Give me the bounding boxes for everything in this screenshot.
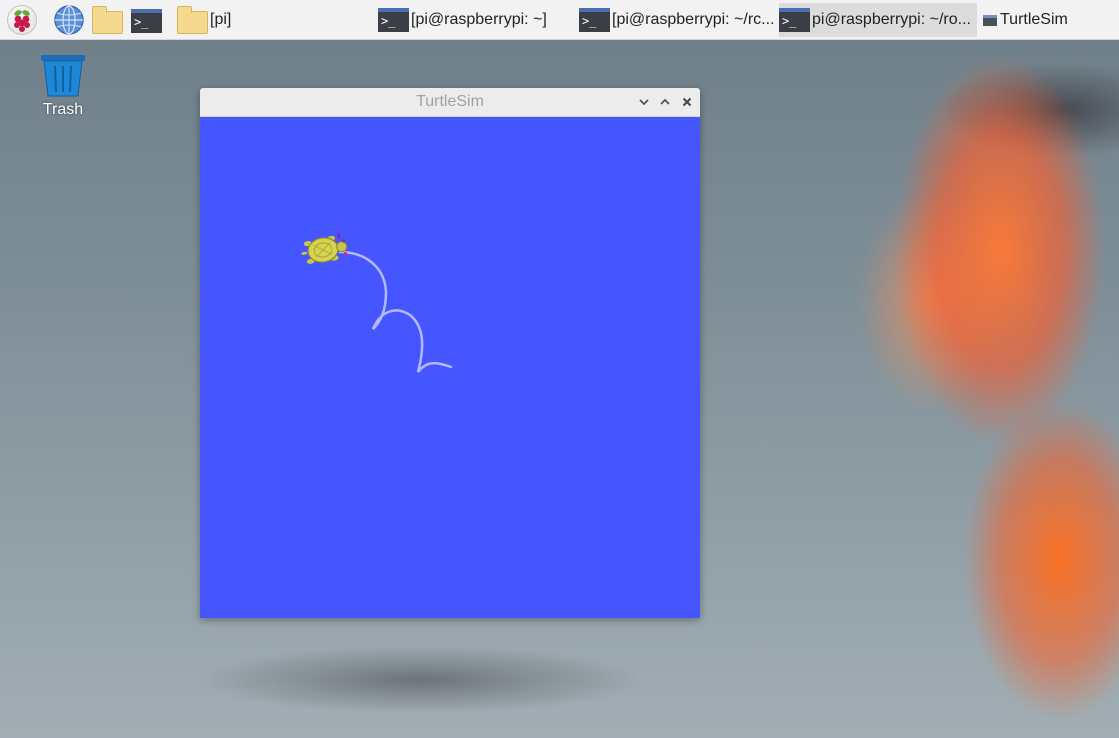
window-titlebar[interactable]: TurtleSim — [200, 88, 700, 117]
terminal-launcher[interactable]: >_ — [130, 4, 164, 36]
close-icon[interactable] — [680, 95, 694, 109]
raspberry-icon — [14, 10, 30, 32]
minimize-icon[interactable] — [637, 95, 651, 109]
window-title: TurtleSim — [416, 93, 484, 110]
terminal-icon: >_ — [131, 9, 162, 33]
taskbar-task-terminal-home[interactable]: >_ [pi@raspberrypi: ~] — [378, 3, 573, 37]
taskbar-task-terminal-3[interactable]: >_ pi@raspberrypi: ~/ro... — [779, 3, 977, 37]
taskbar-task-turtlesim[interactable]: TurtleSim — [981, 3, 1117, 37]
task-label: [pi@raspberrypi: ~] — [411, 11, 547, 28]
task-label: pi@raspberrypi: ~/ro... — [812, 11, 971, 28]
window-icon — [983, 14, 997, 26]
taskbar-task-terminal-2[interactable]: >_ [pi@raspberrypi: ~/rc... — [579, 3, 775, 37]
maximize-icon[interactable] — [658, 95, 672, 109]
raspberry-menu-button[interactable] — [5, 4, 39, 36]
taskbar-task-file-manager[interactable]: [pi] — [177, 3, 317, 37]
globe-icon — [54, 5, 84, 35]
trash-icon — [41, 55, 85, 97]
turtlesim-window: TurtleSim — [200, 88, 700, 618]
task-label: [pi@raspberrypi: ~/rc... — [612, 11, 775, 28]
task-label: TurtleSim — [1000, 11, 1068, 28]
trash-label: Trash — [42, 101, 84, 118]
web-browser-launcher[interactable] — [52, 4, 86, 36]
file-manager-launcher[interactable] — [90, 4, 126, 36]
folder-icon — [177, 5, 208, 34]
terminal-icon: >_ — [579, 8, 610, 32]
folder-icon — [92, 6, 123, 34]
taskbar: >_ [pi] >_ [pi@raspberrypi: ~] >_ [pi@ra… — [0, 0, 1119, 40]
terminal-icon: >_ — [779, 8, 810, 32]
terminal-icon: >_ — [378, 8, 409, 32]
turtle-canvas — [200, 117, 700, 618]
trash-desktop-icon[interactable]: Trash — [30, 50, 96, 122]
task-label: [pi] — [210, 11, 232, 28]
